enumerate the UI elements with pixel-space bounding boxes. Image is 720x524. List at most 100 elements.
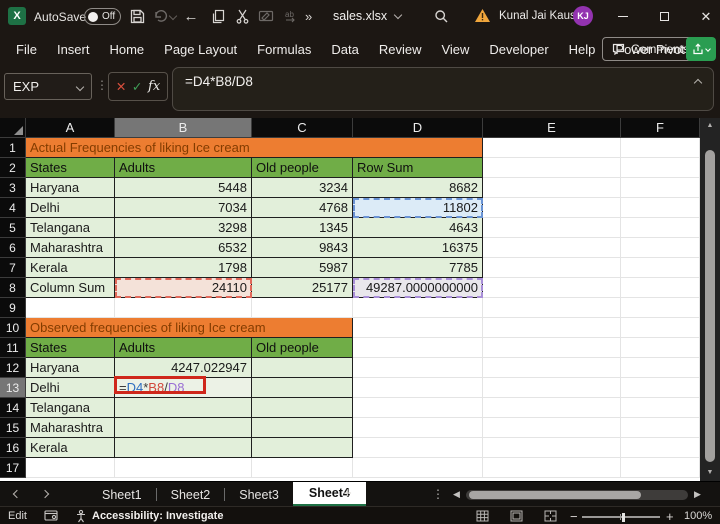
cell-E7[interactable] bbox=[483, 258, 621, 278]
cell-E10[interactable] bbox=[483, 318, 621, 338]
cell-B17[interactable] bbox=[115, 458, 252, 478]
cell-D11[interactable] bbox=[353, 338, 483, 358]
row-header-14[interactable]: 14 bbox=[0, 398, 26, 418]
expand-formula-bar-chevron[interactable] bbox=[694, 79, 702, 87]
cell-C4[interactable]: 4768 bbox=[252, 198, 353, 218]
ribbon-tab-page-layout[interactable]: Page Layout bbox=[154, 42, 247, 57]
cell-A3[interactable]: Haryana bbox=[26, 178, 115, 198]
cell-F2[interactable] bbox=[621, 158, 700, 178]
sheet-tab-sheet1[interactable]: Sheet1 bbox=[88, 482, 156, 507]
cell-F13[interactable] bbox=[621, 378, 700, 398]
format-painter-button[interactable] bbox=[255, 5, 277, 27]
avatar[interactable]: KJ bbox=[573, 6, 593, 26]
cell-F1[interactable] bbox=[621, 138, 700, 158]
cell-D16[interactable] bbox=[353, 438, 483, 458]
save-button[interactable] bbox=[126, 5, 148, 27]
row-header-17[interactable]: 17 bbox=[0, 458, 26, 478]
next-sheet-arrow[interactable] bbox=[41, 490, 49, 498]
cell-E16[interactable] bbox=[483, 438, 621, 458]
cancel-button[interactable]: ✕ bbox=[116, 79, 126, 94]
cell-A16[interactable]: Kerala bbox=[26, 438, 115, 458]
scroll-down-arrow[interactable]: ▼ bbox=[700, 466, 720, 480]
cell-A2[interactable]: States bbox=[26, 158, 115, 178]
cell-D10[interactable] bbox=[353, 318, 483, 338]
cell-F14[interactable] bbox=[621, 398, 700, 418]
vertical-scrollbar[interactable]: ▲ ▼ bbox=[700, 118, 720, 481]
cell-A1[interactable]: Actual Frequencies of liking Ice cream bbox=[26, 138, 483, 158]
row-header-15[interactable]: 15 bbox=[0, 418, 26, 438]
column-header-B[interactable]: B bbox=[115, 118, 252, 138]
cell-F17[interactable] bbox=[621, 458, 700, 478]
horizontal-scroll-thumb[interactable] bbox=[469, 491, 641, 499]
row-header-16[interactable]: 16 bbox=[0, 438, 26, 458]
cell-D4[interactable]: 11802 bbox=[353, 198, 483, 218]
name-box[interactable]: EXP bbox=[4, 73, 92, 100]
cell-F7[interactable] bbox=[621, 258, 700, 278]
ribbon-tab-formulas[interactable]: Formulas bbox=[247, 42, 321, 57]
cell-E5[interactable] bbox=[483, 218, 621, 238]
cell-A9[interactable] bbox=[26, 298, 115, 318]
cell-D8[interactable]: 49287.0000000000 bbox=[353, 278, 483, 298]
cell-D15[interactable] bbox=[353, 418, 483, 438]
cell-B8[interactable]: 24110 bbox=[115, 278, 252, 298]
row-header-6[interactable]: 6 bbox=[0, 238, 26, 258]
formula-bar-resizer[interactable]: ⋮ bbox=[96, 78, 108, 92]
ribbon-tab-home[interactable]: Home bbox=[99, 42, 154, 57]
macro-record-button[interactable] bbox=[44, 509, 58, 522]
ribbon-tab-help[interactable]: Help bbox=[559, 42, 606, 57]
cell-B14[interactable] bbox=[115, 398, 252, 418]
zoom-in-button[interactable]: + bbox=[666, 509, 674, 524]
share-button[interactable] bbox=[686, 37, 716, 61]
cell-E2[interactable] bbox=[483, 158, 621, 178]
cell-D17[interactable] bbox=[353, 458, 483, 478]
hscroll-right-arrow[interactable]: ▶ bbox=[694, 489, 701, 500]
cell-A14[interactable]: Telangana bbox=[26, 398, 115, 418]
cell-D7[interactable]: 7785 bbox=[353, 258, 483, 278]
autosave-toggle[interactable]: Off bbox=[84, 8, 121, 25]
cell-E6[interactable] bbox=[483, 238, 621, 258]
ribbon-tab-view[interactable]: View bbox=[431, 42, 479, 57]
row-header-5[interactable]: 5 bbox=[0, 218, 26, 238]
comments-button[interactable]: Comments bbox=[602, 37, 699, 61]
name-box-dropdown-chevron[interactable] bbox=[76, 82, 84, 90]
cell-E11[interactable] bbox=[483, 338, 621, 358]
cell-F15[interactable] bbox=[621, 418, 700, 438]
cell-F3[interactable] bbox=[621, 178, 700, 198]
vertical-scroll-thumb[interactable] bbox=[705, 150, 715, 462]
cell-A4[interactable]: Delhi bbox=[26, 198, 115, 218]
search-button[interactable] bbox=[430, 5, 452, 27]
cell-F6[interactable] bbox=[621, 238, 700, 258]
cell-D13[interactable] bbox=[353, 378, 483, 398]
cell-D6[interactable]: 16375 bbox=[353, 238, 483, 258]
row-header-12[interactable]: 12 bbox=[0, 358, 26, 378]
cell-D9[interactable] bbox=[353, 298, 483, 318]
cell-F16[interactable] bbox=[621, 438, 700, 458]
ribbon-tab-data[interactable]: Data bbox=[321, 42, 368, 57]
cell-E9[interactable] bbox=[483, 298, 621, 318]
column-header-D[interactable]: D bbox=[353, 118, 483, 138]
cell-C15[interactable] bbox=[252, 418, 353, 438]
cell-C14[interactable] bbox=[252, 398, 353, 418]
sheet-tab-sheet2[interactable]: Sheet2 bbox=[157, 482, 225, 507]
accessibility-status[interactable]: Accessibility: Investigate bbox=[92, 510, 223, 522]
cell-D3[interactable]: 8682 bbox=[353, 178, 483, 198]
horizontal-scrollbar[interactable] bbox=[466, 490, 688, 500]
row-header-3[interactable]: 3 bbox=[0, 178, 26, 198]
cell-C17[interactable] bbox=[252, 458, 353, 478]
cell-C3[interactable]: 3234 bbox=[252, 178, 353, 198]
confirm-button[interactable]: ✓ bbox=[132, 79, 142, 94]
page-layout-view-button[interactable] bbox=[510, 510, 523, 522]
cell-B11[interactable]: Adults bbox=[115, 338, 252, 358]
cell-E15[interactable] bbox=[483, 418, 621, 438]
cell-A5[interactable]: Telangana bbox=[26, 218, 115, 238]
cell-E4[interactable] bbox=[483, 198, 621, 218]
row-header-13[interactable]: 13 bbox=[0, 378, 26, 398]
normal-view-button[interactable] bbox=[476, 510, 489, 522]
cell-A10[interactable]: Observed frequencies of liking Ice cream bbox=[26, 318, 353, 338]
row-header-7[interactable]: 7 bbox=[0, 258, 26, 278]
document-title[interactable]: sales.xlsx bbox=[333, 9, 387, 23]
zoom-slider-track[interactable] bbox=[582, 516, 660, 518]
cell-B4[interactable]: 7034 bbox=[115, 198, 252, 218]
cell-C9[interactable] bbox=[252, 298, 353, 318]
cell-B7[interactable]: 1798 bbox=[115, 258, 252, 278]
